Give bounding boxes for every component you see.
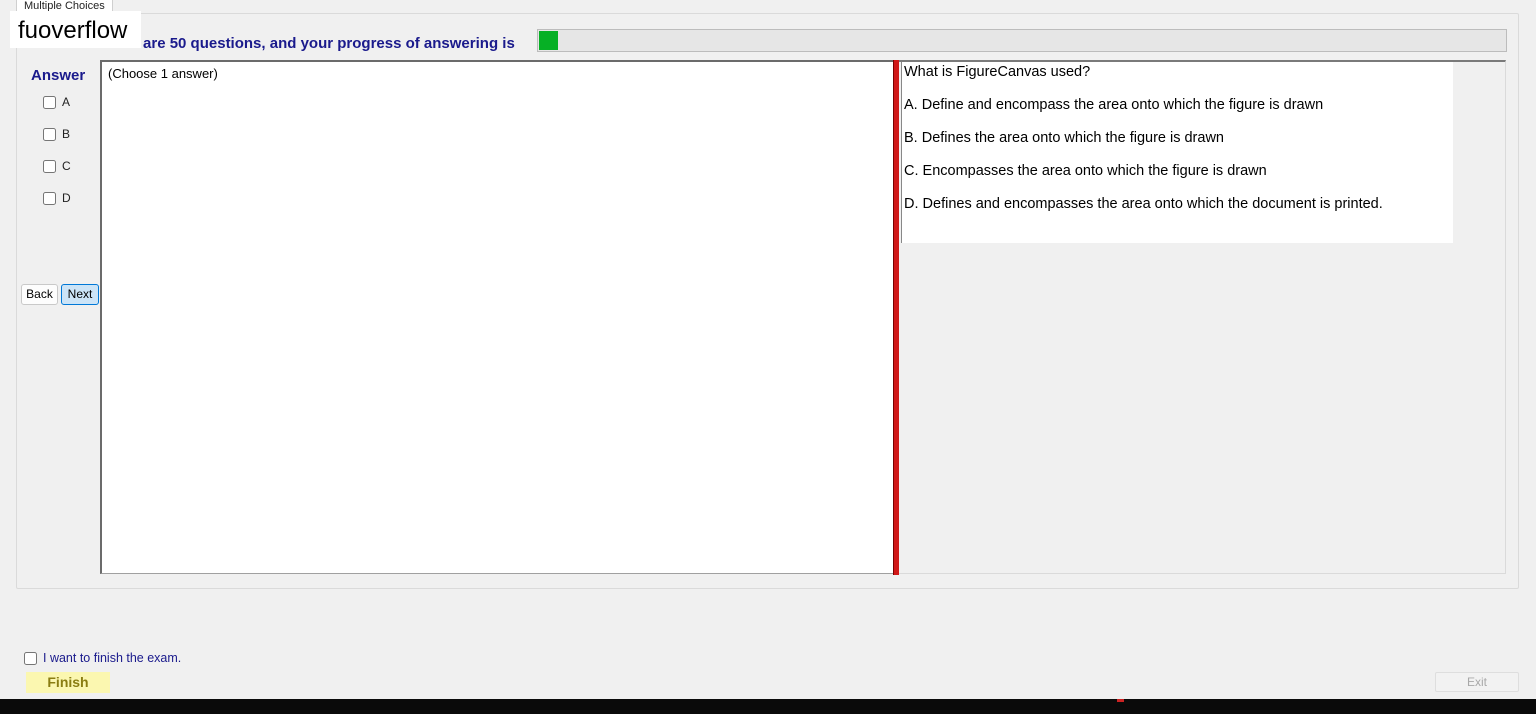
question-box — [901, 62, 1453, 243]
option-d-label: D — [62, 191, 71, 205]
finish-exam-checkbox[interactable]: I want to finish the exam. — [24, 651, 181, 665]
back-button[interactable]: Back — [21, 284, 58, 305]
option-b[interactable]: B — [43, 126, 70, 142]
option-d[interactable]: D — [43, 190, 71, 206]
option-a-label: A — [62, 95, 71, 109]
progress-text: There are 50 questions, and your progres… — [98, 35, 515, 52]
choice-d-text: D. Defines and encompasses the area onto… — [904, 196, 1383, 212]
choice-a-text: A. Define and encompass the area onto wh… — [904, 97, 1324, 113]
option-d-checkbox[interactable] — [43, 191, 56, 205]
watermark-label: fuoverflow — [10, 11, 141, 48]
answer-text-area[interactable] — [100, 60, 894, 574]
option-c-checkbox[interactable] — [43, 159, 56, 173]
finish-button[interactable]: Finish — [26, 672, 110, 693]
choice-b-text: B. Defines the area onto which the figur… — [904, 130, 1224, 146]
question-text: What is FigureCanvas used? — [904, 64, 1091, 80]
choice-c-text: C. Encompasses the area onto which the f… — [904, 163, 1267, 179]
progress-bar — [537, 29, 1507, 52]
progress-fill — [539, 31, 559, 50]
finish-exam-label: I want to finish the exam. — [43, 651, 182, 665]
option-b-checkbox[interactable] — [43, 127, 56, 141]
taskbar — [0, 699, 1536, 714]
option-c[interactable]: C — [43, 158, 71, 174]
answer-title: Answer — [31, 67, 86, 84]
option-c-label: C — [62, 159, 71, 173]
exit-button[interactable]: Exit — [1435, 672, 1519, 692]
option-b-label: B — [62, 127, 71, 141]
next-button[interactable]: Next — [61, 284, 99, 305]
finish-exam-checkbox-input[interactable] — [24, 651, 37, 665]
choose-hint: (Choose 1 answer) — [108, 66, 218, 81]
option-a[interactable]: A — [43, 94, 70, 110]
option-a-checkbox[interactable] — [43, 95, 56, 109]
taskbar-indicator — [1117, 699, 1124, 702]
